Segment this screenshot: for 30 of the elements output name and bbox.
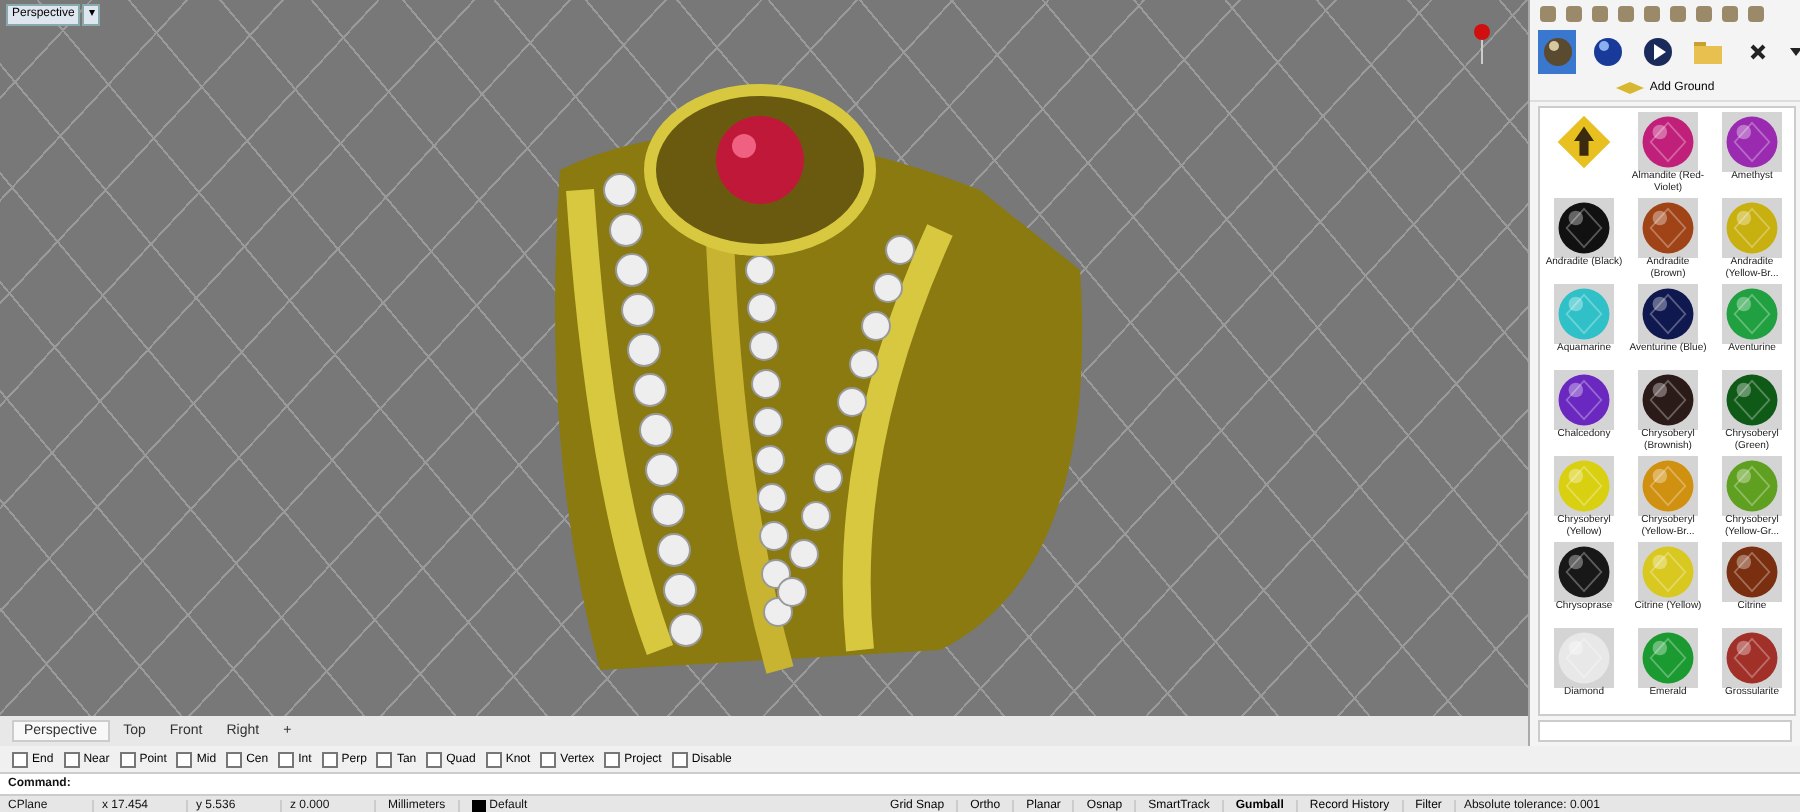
gem-icon [1722,284,1782,344]
folder-icon [1692,38,1725,66]
gem-icon [1554,542,1614,602]
gem-icon [1554,284,1614,344]
gem-icon [1722,456,1782,516]
sphere-icon [1591,36,1624,68]
gem-icon [1554,370,1614,430]
gem-icon [1554,198,1614,258]
gem-icon [1638,370,1698,430]
panel-tab[interactable] [1538,30,1577,74]
diamond-icon [1615,82,1644,94]
gem-icon [1638,112,1698,172]
gem-icon [1722,542,1782,602]
gem-icon [1638,198,1698,258]
close-icon [1748,42,1769,62]
gem-icon [1722,370,1782,430]
gem-icon [1554,456,1614,516]
gem-icon [1638,284,1698,344]
gem-icon [1638,542,1698,602]
gem-icon [1554,628,1614,688]
arrow-up-icon[interactable] [1554,112,1614,172]
play-icon [1641,36,1674,68]
panel-field[interactable] [1538,720,1792,742]
caret-icon[interactable] [1789,46,1800,58]
gem-icon [1722,112,1782,172]
gem-icon [1638,628,1698,688]
gem-icon [1638,456,1698,516]
gem-icon [1722,198,1782,258]
sphere-icon [1541,36,1574,68]
gem-icon [1722,628,1782,688]
